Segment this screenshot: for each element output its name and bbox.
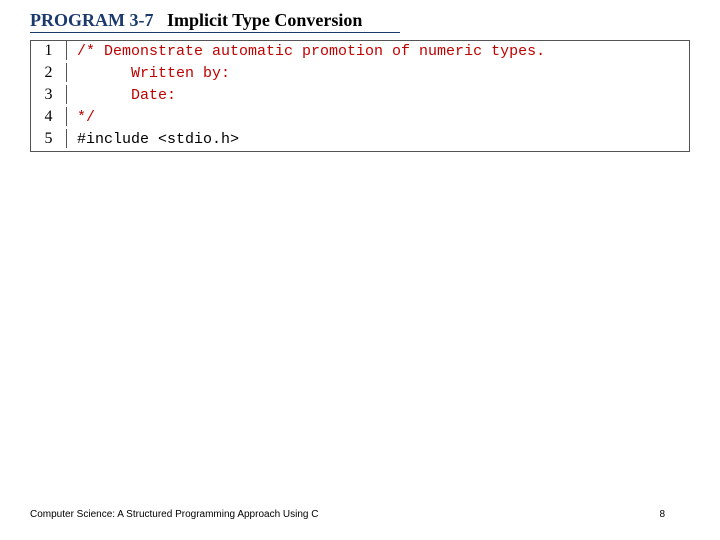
code-text: /* Demonstrate automatic promotion of nu… — [67, 43, 545, 60]
code-text: Date: — [67, 87, 176, 104]
code-text: #include <stdio.h> — [67, 131, 239, 148]
code-line: 3 Date: — [31, 85, 689, 107]
line-number: 1 — [31, 41, 67, 60]
header-underline — [30, 32, 400, 33]
line-number: 4 — [31, 107, 67, 126]
program-label: PROGRAM 3-7 — [30, 10, 153, 30]
line-number: 5 — [31, 129, 67, 148]
code-line: 2 Written by: — [31, 63, 689, 85]
footer-text: Computer Science: A Structured Programmi… — [30, 509, 318, 520]
code-line: 4 */ — [31, 107, 689, 129]
code-text: */ — [67, 109, 95, 126]
program-title: Implicit Type Conversion — [167, 10, 362, 30]
code-line: 1 /* Demonstrate automatic promotion of … — [31, 41, 689, 63]
code-text: Written by: — [67, 65, 230, 82]
code-listing: 1 /* Demonstrate automatic promotion of … — [30, 40, 690, 152]
program-header: PROGRAM 3-7 Implicit Type Conversion — [30, 10, 362, 31]
page-number: 8 — [659, 509, 665, 520]
line-number: 3 — [31, 85, 67, 104]
line-number: 2 — [31, 63, 67, 82]
code-line: 5 #include <stdio.h> — [31, 129, 689, 151]
